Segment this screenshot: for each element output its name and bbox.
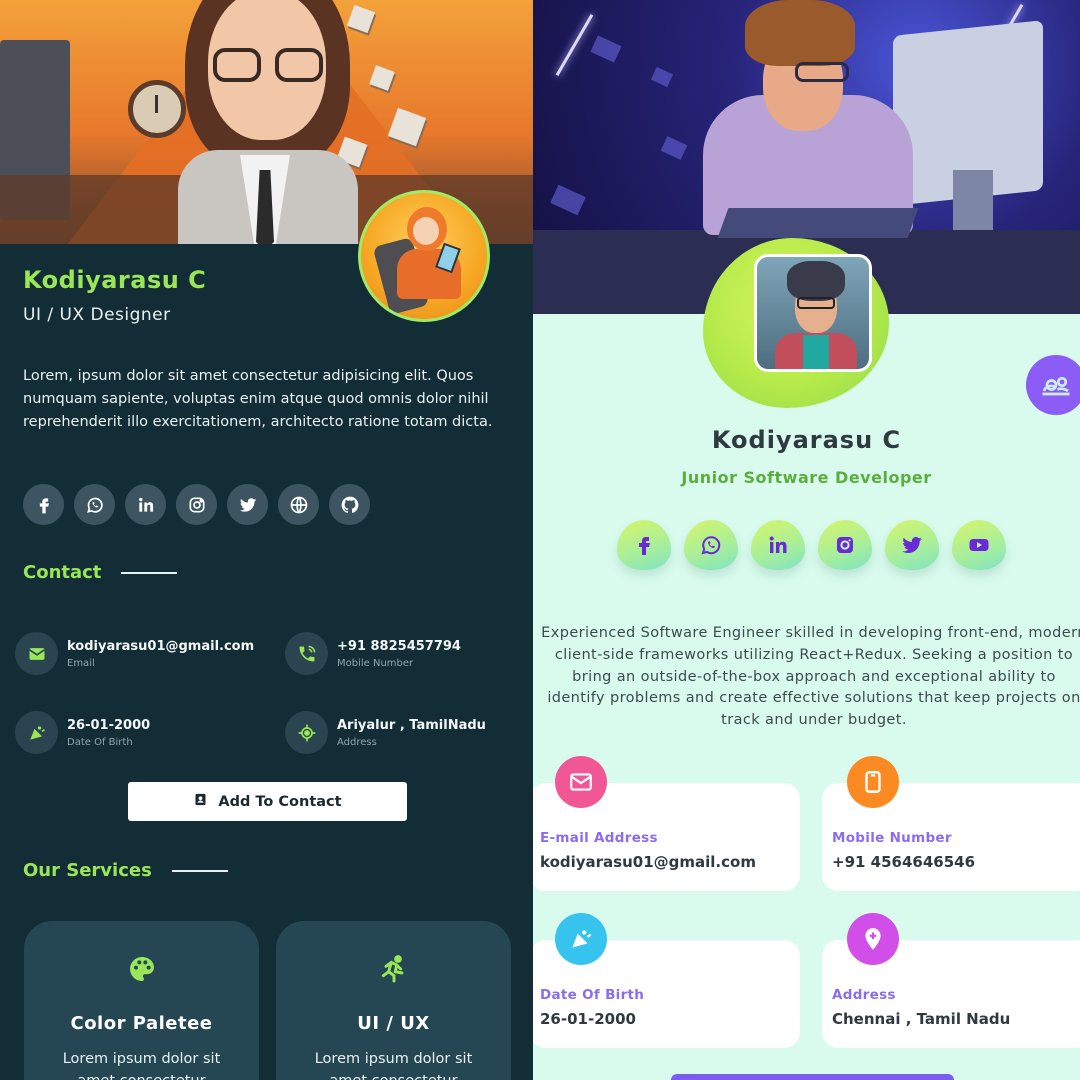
youtube-icon[interactable] — [952, 520, 1006, 570]
instagram-icon[interactable] — [176, 484, 217, 525]
linkedin-icon[interactable] — [751, 520, 805, 570]
profile-bio: Lorem, ipsum dolor sit amet consectetur … — [23, 368, 493, 430]
contact-value: +91 4564646546 — [832, 853, 976, 871]
whatsapp-icon[interactable] — [74, 484, 115, 525]
heading-divider — [121, 571, 178, 574]
profile-title: Junior Software Developer — [681, 468, 932, 487]
add-to-contact-button[interactable]: Add To Contact — [128, 782, 407, 821]
service-description: Lorem ipsum dolor sit amet consectetur — [62, 1051, 221, 1080]
cake-icon — [555, 913, 607, 965]
contact-dob[interactable]: Date Of Birth 26-01-2000 — [533, 913, 800, 1048]
contact-label: Email — [67, 658, 95, 669]
contact-phone[interactable]: Mobile Number +91 4564646546 — [822, 756, 1080, 891]
mobile-icon — [847, 756, 899, 808]
runner-icon — [376, 951, 412, 987]
mail-icon — [15, 632, 58, 675]
service-title: Color Paletee — [70, 1013, 213, 1034]
heading-divider — [171, 869, 228, 872]
contact-label: Mobile Number — [337, 658, 414, 669]
facebook-icon[interactable] — [23, 484, 64, 525]
contact-value: kodiyarasu01@gmail.com — [67, 639, 255, 654]
profile-bio: Experienced Software Engineer skilled in… — [541, 625, 1080, 729]
contact-label: Address — [337, 737, 377, 748]
instagram-icon[interactable] — [818, 520, 872, 570]
contact-label: Date Of Birth — [67, 737, 133, 748]
facebook-icon[interactable] — [617, 520, 671, 570]
add-to-contact-label: Add To Contact — [218, 793, 342, 810]
social-links — [23, 484, 370, 525]
phone-icon — [285, 632, 328, 675]
contact-label: Mobile Number — [832, 830, 952, 846]
contact-section-heading: Contact — [23, 562, 178, 583]
contact-heading: Contact — [23, 562, 102, 583]
github-icon[interactable] — [329, 484, 370, 525]
contact-label: E-mail Address — [540, 830, 658, 846]
avatar — [358, 190, 490, 322]
whatsapp-icon[interactable] — [684, 520, 738, 570]
contact-label: Address — [832, 987, 896, 1003]
contact-value: 26-01-2000 — [67, 718, 151, 733]
contact-email[interactable]: E-mail Address kodiyarasu01@gmail.com — [533, 756, 800, 891]
service-card[interactable]: Color Paletee Lorem ipsum dolor sit amet… — [24, 921, 259, 1080]
globe-icon[interactable] — [278, 484, 319, 525]
contact-dob[interactable]: 26-01-2000 Date Of Birth — [15, 711, 150, 754]
profile-name: Kodiyarasu C — [23, 266, 207, 294]
location-icon — [285, 711, 328, 754]
services-heading: Our Services — [23, 860, 152, 881]
contact-phone[interactable]: +91 8825457794 Mobile Number — [285, 632, 461, 675]
service-description: Lorem ipsum dolor sit amet consectetur — [314, 1051, 473, 1080]
profile-name: Kodiyarasu C — [711, 426, 902, 454]
contact-label: Date Of Birth — [540, 987, 645, 1003]
left-profile-card: Kodiyarasu C UI / UX Designer Lorem, ips… — [0, 0, 533, 1080]
contact-value: Chennai , Tamil Nadu — [832, 1010, 1011, 1028]
contact-card-icon — [193, 792, 208, 811]
cake-icon — [15, 711, 58, 754]
contact-value: Ariyalur , TamilNadu — [337, 718, 486, 733]
right-profile-card: Kodiyarasu C Junior Software Developer E… — [533, 0, 1080, 1080]
location-icon — [847, 913, 899, 965]
contact-address[interactable]: Ariyalur , TamilNadu Address — [285, 711, 486, 754]
contact-value: kodiyarasu01@gmail.com — [540, 853, 756, 871]
service-card[interactable]: UI / UX Lorem ipsum dolor sit amet conse… — [276, 921, 511, 1080]
twitter-icon[interactable] — [885, 520, 939, 570]
mail-icon — [555, 756, 607, 808]
avatar — [754, 254, 872, 372]
contact-value: +91 8825457794 — [337, 639, 461, 654]
twitter-icon[interactable] — [227, 484, 268, 525]
palette-icon — [124, 951, 160, 987]
settings-float-button[interactable] — [1026, 355, 1080, 415]
services-section-heading: Our Services — [23, 860, 228, 881]
profile-title: UI / UX Designer — [23, 305, 171, 325]
contact-address[interactable]: Address Chennai , Tamil Nadu — [822, 913, 1080, 1048]
linkedin-icon[interactable] — [125, 484, 166, 525]
contact-email[interactable]: kodiyarasu01@gmail.com Email — [15, 632, 254, 675]
social-links — [617, 520, 1006, 570]
contact-value: 26-01-2000 — [540, 1010, 636, 1028]
service-title: UI / UX — [357, 1013, 430, 1034]
primary-action-button[interactable] — [671, 1074, 954, 1080]
